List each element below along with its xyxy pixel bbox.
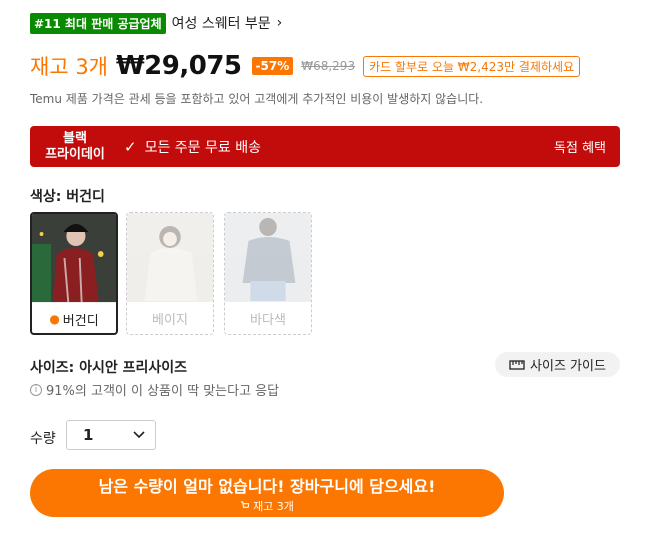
color-option-label: 바다색 bbox=[250, 312, 286, 328]
beige-caption: 베이지 bbox=[127, 301, 213, 334]
rank-category-link[interactable]: 여성 스웨터 부문 › bbox=[172, 13, 283, 33]
fit-text: 91%의 고객이 이 상품이 딱 맞는다고 응답 bbox=[46, 384, 280, 399]
size-guide-label: 사이즈 가이드 bbox=[530, 359, 606, 374]
add-to-cart-button[interactable]: 남은 수량이 얼마 없습니다! 장바구니에 담으세요! 재고 3개 bbox=[30, 469, 504, 517]
black-friday-label-line1: 블랙 bbox=[63, 130, 87, 146]
flame-icon: ● bbox=[49, 312, 60, 326]
size-guide-button[interactable]: 사이즈 가이드 bbox=[495, 352, 620, 377]
rank-row: #11 최대 판매 공급업체 여성 스웨터 부문 › bbox=[30, 12, 282, 34]
chevron-right-icon: › bbox=[276, 15, 283, 31]
color-label: 색상: 버건디 bbox=[30, 189, 105, 205]
sea-caption: 바다색 bbox=[225, 301, 311, 334]
price-disclaimer: Temu 제품 가격은 관세 등을 포함하고 있어 고객에게 추가적인 비용이 … bbox=[30, 92, 484, 106]
chevron-down-icon bbox=[133, 431, 145, 439]
black-friday-label: 블랙 프라이데이 bbox=[30, 131, 120, 162]
beige-thumbnail bbox=[127, 213, 213, 301]
color-option-beige[interactable]: 베이지 bbox=[126, 212, 214, 335]
price-row: 재고 3개 ₩29,075 -57% ₩68,293 카드 할부로 오늘 ₩2,… bbox=[30, 50, 581, 82]
original-price: ₩68,293 bbox=[301, 59, 356, 73]
rank-badge: #11 최대 판매 공급업체 bbox=[30, 12, 166, 34]
size-label: 사이즈: 아시안 프리사이즈 bbox=[30, 360, 188, 376]
burgundy-thumbnail bbox=[32, 214, 116, 303]
color-option-label: 버건디 bbox=[62, 313, 99, 329]
quantity-label: 수량 bbox=[30, 431, 56, 447]
card-installment-pill[interactable]: 카드 할부로 오늘 ₩2,423만 결제하세요 bbox=[363, 55, 581, 77]
quantity-value: 1 bbox=[83, 426, 94, 444]
color-option-label: 베이지 bbox=[152, 312, 188, 328]
black-friday-banner[interactable]: 블랙 프라이데이 ✓ 모든 주문 무료 배송 독점 혜택 bbox=[30, 126, 620, 167]
cta-stock-text: 재고 3개 bbox=[253, 499, 294, 513]
ruler-icon bbox=[509, 359, 525, 370]
stock-text: 재고 3개 bbox=[30, 55, 108, 79]
sea-thumbnail bbox=[225, 213, 311, 301]
quantity-select[interactable]: 1 bbox=[66, 420, 156, 450]
color-option-sea[interactable]: 바다색 bbox=[224, 212, 312, 335]
check-icon: ✓ bbox=[124, 137, 137, 156]
cta-main-text: 남은 수량이 얼마 없습니다! 장바구니에 담으세요! bbox=[98, 476, 436, 496]
cart-icon bbox=[240, 501, 250, 508]
fit-info: i 91%의 고객이 이 상품이 딱 맞는다고 응답 bbox=[30, 380, 279, 399]
free-shipping-text: 모든 주문 무료 배송 bbox=[144, 139, 261, 156]
cta-sub: 재고 3개 bbox=[240, 498, 294, 514]
burgundy-caption: ● 버건디 bbox=[32, 302, 116, 333]
discount-badge: -57% bbox=[251, 57, 294, 75]
exclusive-perk: 독점 혜택 bbox=[554, 141, 606, 156]
rank-category: 여성 스웨터 부문 bbox=[171, 16, 271, 32]
black-friday-label-line2: 프라이데이 bbox=[45, 146, 105, 162]
current-price: ₩29,075 bbox=[116, 51, 242, 81]
color-option-burgundy[interactable]: ● 버건디 bbox=[30, 212, 118, 335]
info-icon: i bbox=[30, 383, 42, 396]
